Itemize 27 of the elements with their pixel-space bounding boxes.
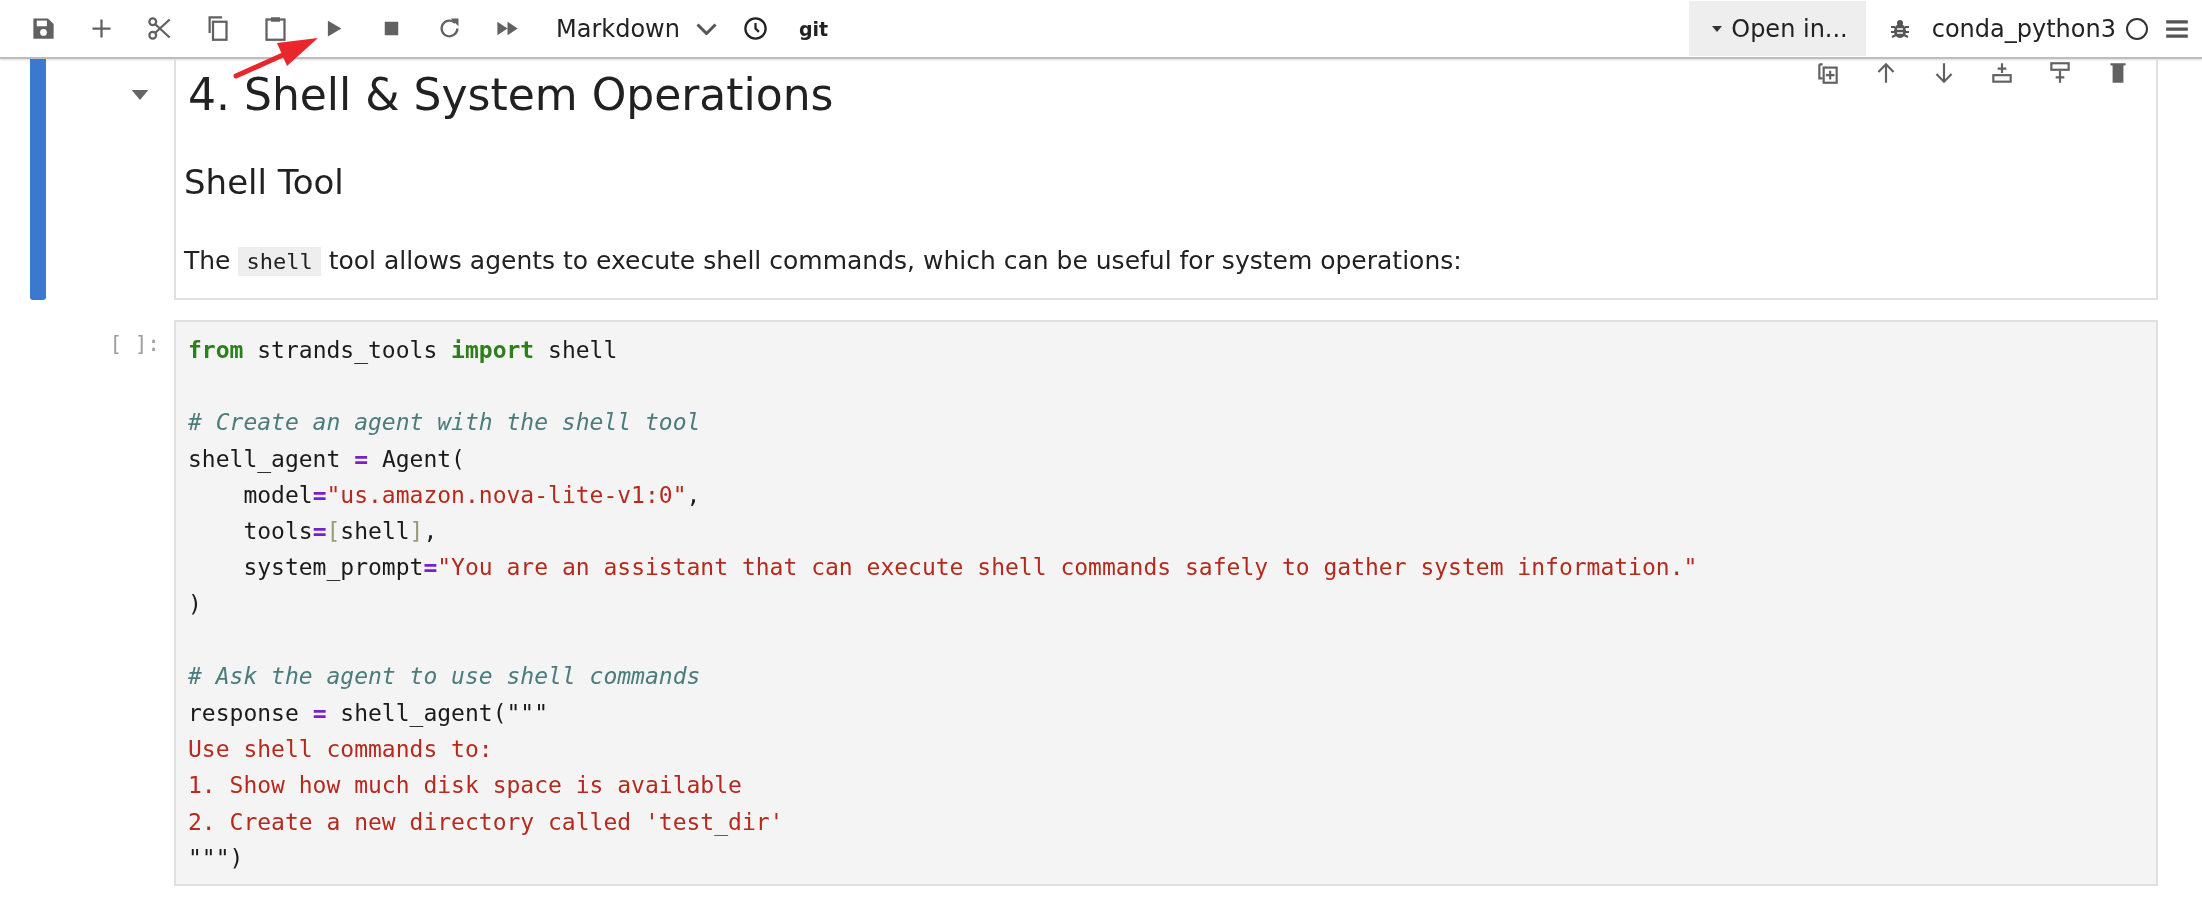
code-line: response = shell_agent(""" bbox=[188, 699, 549, 726]
insert-below-icon bbox=[2047, 60, 2073, 86]
chevron-down-icon bbox=[695, 22, 717, 35]
code-line: Use shell commands to: bbox=[188, 735, 493, 762]
code-line: 2. Create a new directory called 'test_dir' bbox=[188, 808, 784, 835]
code-line: 1. Show how much disk space is available bbox=[188, 772, 742, 799]
duplicate-icon bbox=[1815, 60, 1841, 86]
subheading: Shell Tool bbox=[184, 161, 345, 204]
kernel-name[interactable]: conda_python3 bbox=[1931, 14, 2116, 43]
code-line: model="us.amazon.nova-lite-v1:0", bbox=[242, 481, 701, 508]
cell-type-dropdown[interactable]: Markdown bbox=[536, 8, 727, 49]
open-in-button[interactable]: Open in... bbox=[1689, 1, 1866, 56]
code-line: from strands_tools import shell bbox=[188, 336, 618, 363]
code-line: tools=[shell], bbox=[242, 518, 438, 545]
code-line: # Create an agent with the shell tool bbox=[188, 409, 701, 436]
code-line: system_prompt="You are an assistant that can execute shell commands safely to gather system information." bbox=[242, 554, 1698, 581]
code-line: """) bbox=[188, 844, 244, 871]
heading: 4. Shell & System Operations bbox=[188, 68, 834, 122]
execution-prompt: [ ]: bbox=[108, 330, 161, 358]
paragraph-text: The shell tool allows agents to execute shell commands, which can be useful for system operations: bbox=[184, 245, 1463, 279]
cut-icon bbox=[145, 15, 173, 42]
code-line: # Ask the agent to use shell commands bbox=[188, 663, 701, 690]
code-line: shell_agent = Agent( bbox=[188, 445, 465, 472]
insert-above-icon bbox=[1989, 60, 2015, 86]
history-icon bbox=[742, 15, 770, 42]
code-line: ) bbox=[188, 590, 202, 617]
git-button[interactable]: git bbox=[788, 8, 839, 49]
